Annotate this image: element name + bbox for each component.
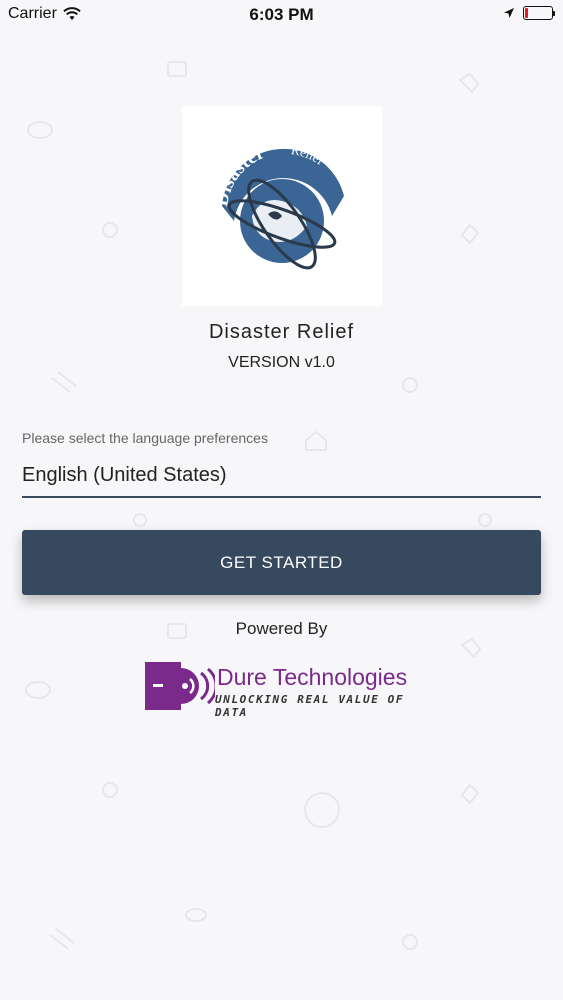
app-name: Disaster Relief bbox=[208, 321, 355, 343]
company-name: Dure Technologies bbox=[217, 664, 408, 690]
language-label: Please select the language preferences bbox=[22, 430, 268, 446]
app-version: VERSION v1.0 bbox=[228, 354, 335, 371]
powered-by-label: Powered By bbox=[235, 619, 328, 638]
language-selected-value: English (United States) bbox=[22, 464, 227, 486]
company-tagline: UNLOCKING REAL VALUE OF DATA bbox=[215, 693, 405, 719]
app-logo: Disaster Relief bbox=[182, 106, 382, 306]
company-logo: Dure Technologies UNLOCKING REAL VALUE O… bbox=[145, 660, 420, 719]
language-select[interactable]: English (United States) bbox=[22, 460, 541, 498]
get-started-button[interactable]: GET STARTED bbox=[22, 530, 541, 595]
disaster-relief-logo-icon: Disaster Relief bbox=[211, 142, 344, 270]
dure-logo-mark-icon bbox=[145, 662, 215, 710]
